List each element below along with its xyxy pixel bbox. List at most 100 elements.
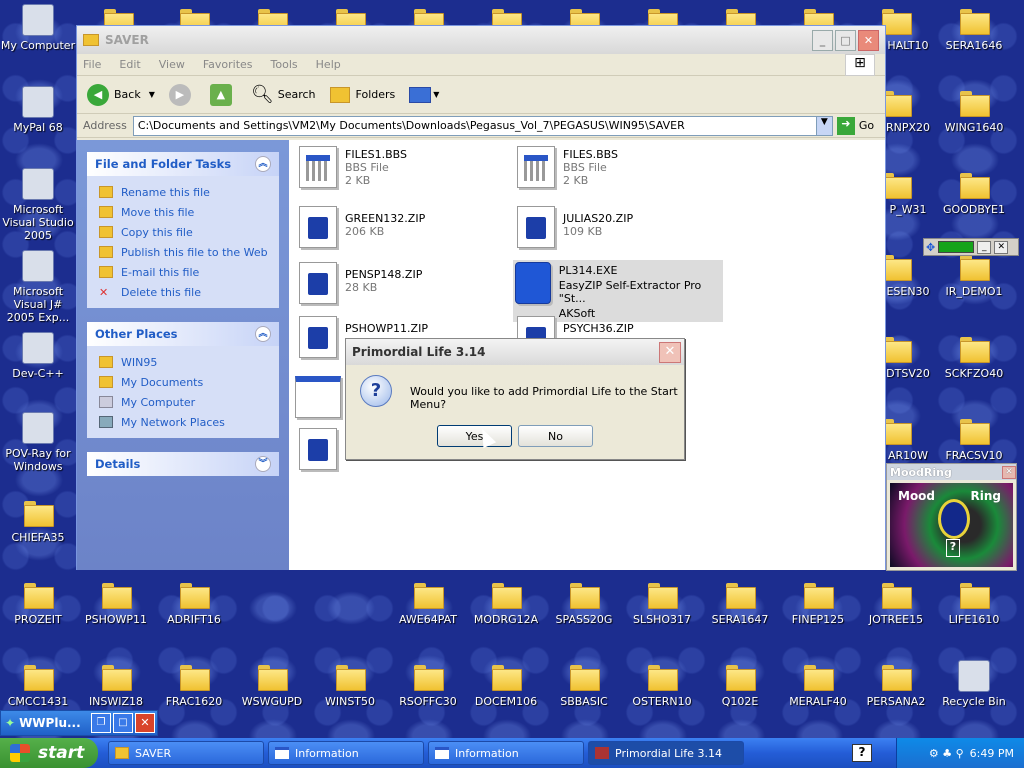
menu-view[interactable]: View bbox=[159, 58, 185, 71]
task-delete[interactable]: ✕ Delete this file bbox=[99, 282, 271, 302]
moodring-titlebar[interactable]: MoodRing ✕ bbox=[887, 464, 1016, 480]
desktop-folder[interactable]: ADRIFT16 bbox=[156, 578, 232, 626]
desktop-folder[interactable]: AWE64PAT bbox=[390, 578, 466, 626]
dialog-close-button[interactable]: ✕ bbox=[659, 341, 681, 363]
panel-header[interactable]: Details ︾ bbox=[87, 452, 279, 476]
task-move[interactable]: Move this file bbox=[99, 202, 271, 222]
desktop-folder[interactable]: SPASS20G bbox=[546, 578, 622, 626]
desktop-folder[interactable]: WINST50 bbox=[312, 660, 388, 708]
desktop-folder-wing1640[interactable]: WING1640 bbox=[936, 86, 1012, 134]
close-button[interactable]: ✕ bbox=[135, 713, 155, 733]
chevron-up-icon[interactable]: ︽ bbox=[255, 326, 271, 342]
tray-icons[interactable]: ⚙ ♣ ⚲ bbox=[929, 747, 964, 760]
yes-button[interactable]: Yes bbox=[437, 425, 512, 447]
wwplu-minimized-window[interactable]: ✦ WWPlu... ❐ □ ✕ bbox=[0, 710, 158, 736]
file-item[interactable]: GREEN132.ZIP 206 KB bbox=[299, 206, 519, 248]
forward-button[interactable]: ▶ bbox=[168, 83, 196, 106]
desktop-icon-visual-jsharp[interactable]: Microsoft Visual J# 2005 Exp... bbox=[0, 250, 76, 324]
place-my-documents[interactable]: My Documents bbox=[99, 372, 271, 392]
desktop-folder[interactable]: MODRG12A bbox=[468, 578, 544, 626]
close-button[interactable]: ✕ bbox=[994, 240, 1009, 254]
desktop-folder[interactable]: PROZEIT bbox=[0, 578, 76, 626]
chevron-up-icon[interactable]: ︽ bbox=[255, 156, 271, 172]
file-item[interactable]: FILES.BBS BBS File 2 KB bbox=[517, 146, 737, 188]
place-win95[interactable]: WIN95 bbox=[99, 352, 271, 372]
desktop-folder-fracsv10[interactable]: FRACSV10 bbox=[936, 414, 1012, 462]
desktop-folder[interactable]: PERSANA2 bbox=[858, 660, 934, 708]
search-button[interactable]: 🔍︎ Search bbox=[251, 84, 316, 105]
no-button[interactable]: No bbox=[518, 425, 593, 447]
desktop-folder[interactable]: SBBASIC bbox=[546, 660, 622, 708]
desktop-icon-recycle-bin[interactable]: Recycle Bin bbox=[936, 660, 1012, 708]
file-item[interactable]: FILES1.BBS BBS File 2 KB bbox=[299, 146, 519, 188]
desktop-folder[interactable]: SLSHO317 bbox=[624, 578, 700, 626]
minimize-button[interactable]: _ bbox=[812, 29, 833, 51]
desktop-folder[interactable]: JOTREE15 bbox=[858, 578, 934, 626]
minimize-button[interactable]: _ bbox=[977, 240, 992, 254]
menu-help[interactable]: Help bbox=[316, 58, 341, 71]
desktop-folder[interactable]: DOCEM106 bbox=[468, 660, 544, 708]
menu-tools[interactable]: Tools bbox=[271, 58, 298, 71]
desktop-folder[interactable]: MERALF40 bbox=[780, 660, 856, 708]
task-publish[interactable]: Publish this file to the Web bbox=[99, 242, 271, 262]
desktop-folder-sckfzo40[interactable]: SCKFZO40 bbox=[936, 332, 1012, 380]
desktop-folder[interactable]: RSOFFC30 bbox=[390, 660, 466, 708]
move-icon[interactable]: ✥ bbox=[926, 241, 935, 254]
desktop-folder-chiefa35[interactable]: CHIEFA35 bbox=[0, 496, 76, 544]
desktop-folder[interactable]: SERA1647 bbox=[702, 578, 778, 626]
desktop-icon-visual-studio[interactable]: Microsoft Visual Studio 2005 bbox=[0, 168, 76, 242]
chevron-down-icon[interactable]: ︾ bbox=[255, 456, 271, 472]
start-button[interactable]: start bbox=[0, 738, 98, 768]
desktop-folder[interactable]: FINEP125 bbox=[780, 578, 856, 626]
taskbar-item-primordial-life[interactable]: Primordial Life 3.14 bbox=[588, 741, 744, 765]
panel-header[interactable]: Other Places ︽ bbox=[87, 322, 279, 346]
desktop-folder-sera1646[interactable]: SERA1646 bbox=[936, 4, 1012, 52]
desktop-folder[interactable]: OSTERN10 bbox=[624, 660, 700, 708]
desktop-folder[interactable]: WSWGUPD bbox=[234, 660, 310, 708]
file-item[interactable]: JULIAS20.ZIP 109 KB bbox=[517, 206, 737, 248]
help-button[interactable]: ? bbox=[946, 539, 960, 557]
desktop-folder[interactable]: INSWIZ18 bbox=[78, 660, 154, 708]
desktop-icon-povray[interactable]: POV-Ray for Windows bbox=[0, 412, 76, 473]
close-button[interactable]: ✕ bbox=[1002, 465, 1016, 479]
back-button[interactable]: ◀ Back ▼ bbox=[87, 83, 155, 106]
explorer-titlebar[interactable]: SAVER _ □ ✕ bbox=[77, 26, 885, 54]
go-button[interactable]: ➜ Go bbox=[836, 116, 874, 135]
menu-favorites[interactable]: Favorites bbox=[203, 58, 253, 71]
desktop-icon-dev-cpp[interactable]: Dev-C++ bbox=[0, 332, 76, 380]
restore-button[interactable]: ❐ bbox=[91, 713, 111, 733]
panel-header[interactable]: File and Folder Tasks ︽ bbox=[87, 152, 279, 176]
desktop-folder[interactable]: FRAC1620 bbox=[156, 660, 232, 708]
desktop-folder[interactable]: Q102E bbox=[702, 660, 778, 708]
taskbar-item-information-1[interactable]: Information bbox=[268, 741, 424, 765]
desktop-folder-ir-demo1[interactable]: IR_DEMO1 bbox=[936, 250, 1012, 298]
file-item-selected[interactable]: PL314.EXE EasyZIP Self-Extractor Pro "St.… bbox=[513, 260, 723, 322]
task-copy[interactable]: Copy this file bbox=[99, 222, 271, 242]
task-email[interactable]: E-mail this file bbox=[99, 262, 271, 282]
taskbar-item-saver[interactable]: SAVER bbox=[108, 741, 264, 765]
desktop-folder[interactable]: PSHOWP11 bbox=[78, 578, 154, 626]
help-icon[interactable]: ? bbox=[852, 744, 872, 762]
up-button[interactable]: ▲ bbox=[209, 83, 237, 106]
clock[interactable]: 6:49 PM bbox=[970, 747, 1014, 760]
chevron-down-icon[interactable]: ▼ bbox=[815, 116, 832, 135]
folders-button[interactable]: Folders bbox=[329, 86, 395, 103]
menu-file[interactable]: File bbox=[83, 58, 101, 71]
file-item[interactable]: PENSP148.ZIP 28 KB bbox=[299, 262, 519, 304]
task-rename[interactable]: Rename this file bbox=[99, 182, 271, 202]
desktop-icon-mypal[interactable]: MyPal 68 bbox=[0, 86, 76, 134]
place-my-computer[interactable]: My Computer bbox=[99, 392, 271, 412]
menu-edit[interactable]: Edit bbox=[119, 58, 140, 71]
maximize-button[interactable]: □ bbox=[835, 29, 856, 51]
desktop-folder[interactable]: CMCC1431 bbox=[0, 660, 76, 708]
maximize-button[interactable]: □ bbox=[113, 713, 133, 733]
close-button[interactable]: ✕ bbox=[858, 29, 879, 51]
address-input[interactable]: C:\Documents and Settings\VM2\My Documen… bbox=[132, 115, 833, 136]
taskbar-item-information-2[interactable]: Information bbox=[428, 741, 584, 765]
desktop-folder-goodbye1[interactable]: GOODBYE1 bbox=[936, 168, 1012, 216]
views-button[interactable]: ▼ bbox=[409, 86, 439, 103]
place-network[interactable]: My Network Places bbox=[99, 412, 271, 432]
desktop-icon-my-computer[interactable]: My Computer bbox=[0, 4, 76, 52]
dialog-titlebar[interactable]: Primordial Life 3.14 ✕ bbox=[346, 339, 684, 365]
desktop-folder[interactable]: LIFE1610 bbox=[936, 578, 1012, 626]
